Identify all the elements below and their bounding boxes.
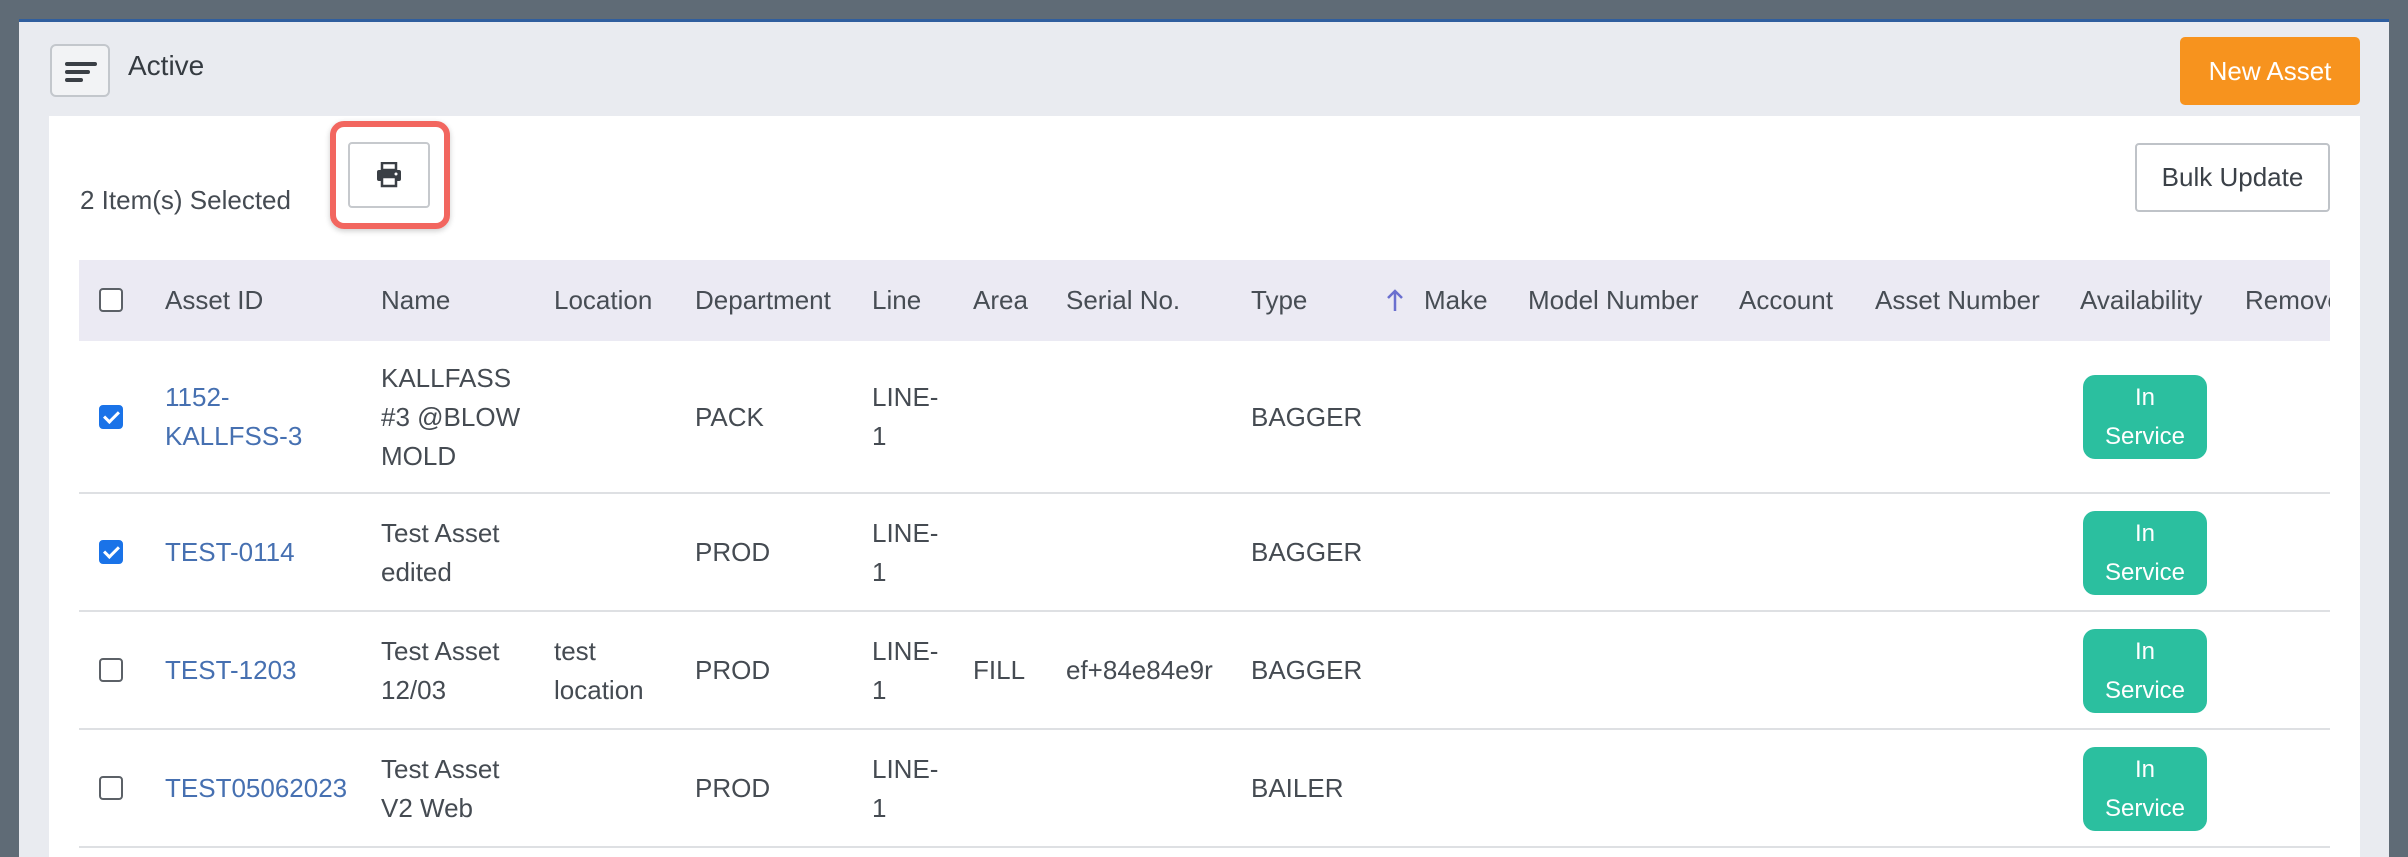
col-name[interactable]: Name <box>381 260 450 341</box>
table-header: Asset ID Name Location Department Line A… <box>79 260 2330 341</box>
location-line: test <box>554 636 596 666</box>
status-badge: In Service <box>2083 629 2207 713</box>
area: FILL <box>973 655 1026 685</box>
name-line: #3 @BLOW <box>381 402 521 432</box>
status-badge: In Service <box>2083 375 2207 459</box>
row-checkbox[interactable] <box>99 405 123 429</box>
row-checkbox[interactable] <box>99 776 123 800</box>
selected-count: 2 Item(s) Selected <box>80 185 291 215</box>
status-line: Service <box>2104 423 2186 450</box>
table-row: TEST-1203 Test Asset 12/03 test location… <box>79 612 2330 730</box>
name-line: edited <box>381 557 452 587</box>
table-row: TEST05062023 Test Asset V2 Web PROD LINE… <box>79 730 2330 848</box>
status-badge: In Service <box>2083 511 2207 595</box>
col-asset-id[interactable]: Asset ID <box>165 260 263 341</box>
new-asset-button[interactable]: New Asset <box>2180 37 2360 105</box>
status-line: In <box>2134 756 2155 783</box>
status-badge: In Service <box>2083 747 2207 831</box>
select-all-checkbox[interactable] <box>99 288 123 312</box>
col-model-number[interactable]: Model Number <box>1528 260 1699 341</box>
status-line: Service <box>2104 795 2186 822</box>
location: test location <box>554 632 644 710</box>
status-line: In <box>2134 384 2155 411</box>
name-line: 12/03 <box>381 675 447 705</box>
asset-name: Test Asset edited <box>381 514 500 592</box>
line-part: 1 <box>872 557 887 587</box>
name-line: V2 Web <box>381 793 474 823</box>
line: LINE- 1 <box>872 632 938 710</box>
row-checkbox[interactable] <box>99 540 123 564</box>
department: PACK <box>695 402 764 432</box>
asset-type: BAGGER <box>1251 537 1363 567</box>
top-bar: Active New Asset <box>19 22 2389 118</box>
asset-id-line: 1152- <box>165 382 230 412</box>
line: LINE- 1 <box>872 750 938 828</box>
table-row: TEST-0114 Test Asset edited PROD LINE- 1… <box>79 494 2330 612</box>
bulk-update-button[interactable]: Bulk Update <box>2135 143 2330 212</box>
department: PROD <box>695 655 771 685</box>
col-type[interactable]: Type <box>1251 260 1307 341</box>
col-location[interactable]: Location <box>554 260 652 341</box>
line-part: 1 <box>872 675 887 705</box>
asset-id-link[interactable]: TEST05062023 <box>165 769 347 808</box>
line: LINE- 1 <box>872 378 938 456</box>
asset-name: Test Asset V2 Web <box>381 750 500 828</box>
line-part: 1 <box>872 793 887 823</box>
department: PROD <box>695 773 771 803</box>
line-part: LINE- <box>872 636 939 666</box>
asset-name: Test Asset 12/03 <box>381 632 500 710</box>
menu-button[interactable] <box>50 44 110 97</box>
line-part: 1 <box>872 421 887 451</box>
name-line: Test Asset <box>381 636 500 666</box>
status-line: Service <box>2104 559 2186 586</box>
app-frame: Active New Asset 2 Item(s) Selected Bulk… <box>19 19 2389 857</box>
col-department[interactable]: Department <box>695 260 831 341</box>
asset-id-link[interactable]: TEST-0114 <box>165 533 295 572</box>
line-part: LINE- <box>872 518 939 548</box>
asset-name: KALLFASS #3 @BLOW MOLD <box>381 359 520 476</box>
name-line: Test Asset <box>381 754 500 784</box>
col-account[interactable]: Account <box>1739 260 1833 341</box>
page-title: Active <box>128 50 205 81</box>
status-line: In <box>2134 520 2155 547</box>
name-line: KALLFASS <box>381 363 512 393</box>
asset-type: BAGGER <box>1251 655 1363 685</box>
asset-type: BAILER <box>1251 773 1344 803</box>
status-line: In <box>2134 638 2155 665</box>
line-part: LINE- <box>872 754 939 784</box>
asset-id-link[interactable]: TEST-1203 <box>165 651 297 690</box>
assets-table: Asset ID Name Location Department Line A… <box>79 260 2330 857</box>
name-line: MOLD <box>381 441 457 471</box>
asset-id-line: KALLFSS-3 <box>165 421 303 451</box>
name-line: Test Asset <box>381 518 500 548</box>
line: LINE- 1 <box>872 514 938 592</box>
col-line[interactable]: Line <box>872 260 921 341</box>
table-row: 1152- KALLFSS-3 KALLFASS #3 @BLOW MOLD P… <box>79 341 2330 494</box>
location-line: location <box>554 675 644 705</box>
col-availability[interactable]: Availability <box>2080 260 2202 341</box>
row-checkbox[interactable] <box>99 658 123 682</box>
department: PROD <box>695 537 771 567</box>
serial-number: ef+84e84e9r <box>1066 655 1213 685</box>
status-line: Service <box>2104 677 2186 704</box>
asset-type: BAGGER <box>1251 402 1363 432</box>
col-make[interactable]: Make <box>1424 260 1488 341</box>
asset-id-link[interactable]: 1152- KALLFSS-3 <box>165 378 302 456</box>
arrow-up-icon[interactable] <box>1385 288 1405 314</box>
col-area[interactable]: Area <box>973 260 1028 341</box>
line-part: LINE- <box>872 382 939 412</box>
col-remove[interactable]: Remove <box>2245 260 2330 341</box>
col-serial[interactable]: Serial No. <box>1066 260 1180 341</box>
print-button[interactable] <box>348 142 430 208</box>
col-asset-number[interactable]: Asset Number <box>1875 260 2040 341</box>
assets-panel: 2 Item(s) Selected Bulk Update Asset ID … <box>49 116 2360 857</box>
printer-icon <box>377 162 401 188</box>
